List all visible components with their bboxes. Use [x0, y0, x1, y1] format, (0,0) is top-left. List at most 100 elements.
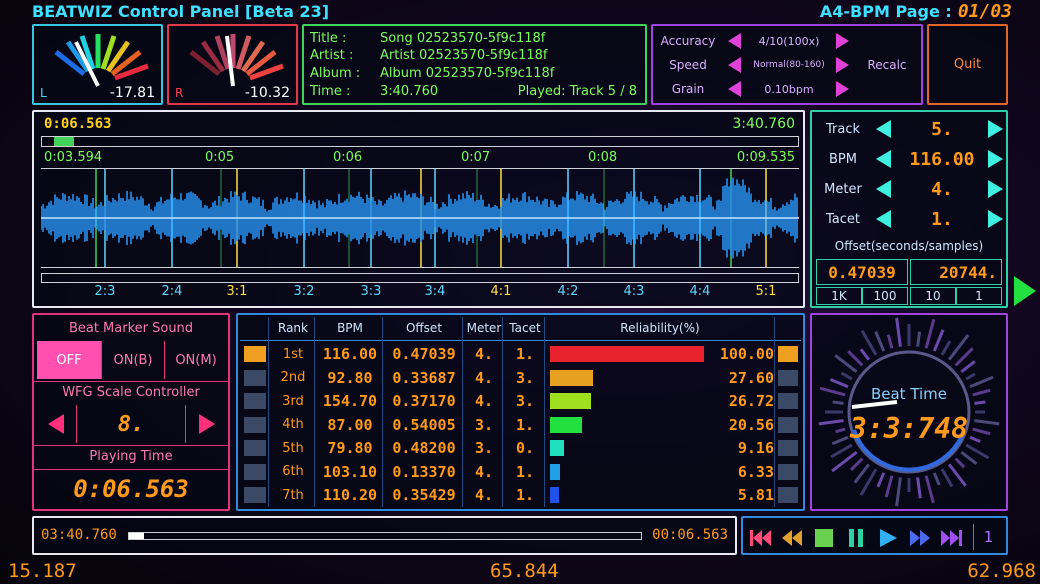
- skip-to-start-button[interactable]: [747, 525, 773, 551]
- skip-to-end-button[interactable]: [939, 525, 965, 551]
- row-select-checkbox[interactable]: [244, 346, 266, 362]
- bpm-cell: 110.20: [322, 486, 378, 504]
- triangle-left-icon: [875, 120, 891, 138]
- beat-label: 3:2: [293, 284, 315, 299]
- meter-value: 4.: [931, 178, 953, 200]
- timeline-seek-bar[interactable]: [128, 532, 642, 540]
- row-select-checkbox[interactable]: [244, 369, 266, 386]
- reliability-bar: [550, 463, 560, 480]
- offset-samples-value[interactable]: 20744.: [910, 259, 1002, 285]
- tacet-increase-button[interactable]: [984, 206, 1006, 232]
- beat-marker-on-m-button[interactable]: ON(M): [164, 341, 227, 379]
- track-increase-button[interactable]: [984, 116, 1006, 142]
- table-row[interactable]: 3rd 154.70 0.37170 4. 3. 26.72: [240, 390, 801, 412]
- table-row[interactable]: 4th 87.00 0.54005 3. 1. 20.56: [240, 414, 801, 436]
- wfg-scale-decrease-button[interactable]: [37, 405, 75, 443]
- triangle-left-icon: [727, 81, 741, 97]
- bpm-decrease-button[interactable]: [872, 146, 894, 172]
- grain-increase-button[interactable]: [831, 78, 853, 100]
- dial-ray: [895, 477, 902, 507]
- wfg-scale-increase-button[interactable]: [188, 405, 226, 443]
- info-played: Played: Track 5 / 8: [517, 84, 637, 99]
- reliability-bar: [550, 393, 591, 409]
- recalc-button[interactable]: Recalc: [855, 30, 919, 100]
- table-row[interactable]: 7th 110.20 0.35429 4. 1. 5.81: [240, 484, 801, 506]
- play-button[interactable]: [875, 525, 901, 551]
- offset-step-10-button[interactable]: 10: [910, 287, 956, 305]
- fast-forward-icon: [910, 530, 930, 546]
- offset-step-1k-button[interactable]: 1K: [816, 287, 862, 305]
- column-header[interactable]: BPM: [316, 317, 384, 339]
- triangle-right-icon: [835, 57, 849, 73]
- triangle-left-icon: [875, 210, 891, 228]
- quit-button[interactable]: Quit: [927, 24, 1008, 105]
- offset-step-100-button[interactable]: 100: [862, 287, 908, 305]
- row-select-checkbox[interactable]: [244, 416, 266, 433]
- row-select-checkbox[interactable]: [244, 463, 266, 480]
- meter-increase-button[interactable]: [984, 176, 1006, 202]
- bpm-increase-button[interactable]: [984, 146, 1006, 172]
- accuracy-decrease-button[interactable]: [723, 30, 745, 52]
- wfg-scale-title: WFG Scale Controller: [34, 381, 228, 403]
- track-decrease-button[interactable]: [872, 116, 894, 142]
- reliability-bar: [550, 416, 582, 433]
- triangle-right-icon: [835, 81, 849, 97]
- row-select-checkbox[interactable]: [244, 440, 266, 456]
- level-meter-right: R -10.32: [167, 24, 298, 105]
- info-artist-label: Artist :: [310, 48, 354, 63]
- meter-decrease-button[interactable]: [872, 176, 894, 202]
- column-header[interactable]: Reliability(%): [546, 317, 774, 339]
- row-select-checkbox[interactable]: [244, 393, 266, 409]
- stop-button[interactable]: [811, 525, 837, 551]
- track-value: 5.: [931, 118, 953, 140]
- pause-button[interactable]: [843, 525, 869, 551]
- dial-ray: [849, 457, 864, 472]
- waveform-tick-label: 0:07: [461, 150, 491, 165]
- table-row[interactable]: 5th 79.80 0.48200 3. 0. 9.16: [240, 437, 801, 459]
- column-header[interactable]: Tacet: [504, 317, 546, 339]
- column-header[interactable]: Offset: [384, 317, 464, 339]
- beat-scale-bar: [41, 273, 799, 283]
- table-row[interactable]: 1st 116.00 0.47039 4. 1. 100.00: [240, 343, 801, 365]
- meter-right-gauge: [189, 34, 284, 87]
- column-header[interactable]: Rank: [270, 317, 316, 339]
- waveform-overview-bar[interactable]: [41, 136, 799, 147]
- offset-step-1-button[interactable]: 1: [956, 287, 1002, 305]
- next-page-arrow-icon[interactable]: [1014, 276, 1036, 306]
- triangle-left-icon: [875, 180, 891, 198]
- tacet-decrease-button[interactable]: [872, 206, 894, 232]
- speed-decrease-button[interactable]: [723, 54, 745, 76]
- column-header[interactable]: Meter: [464, 317, 504, 339]
- track-number-indicator[interactable]: 1: [973, 524, 1003, 550]
- dial-ray: [840, 371, 853, 381]
- table-row[interactable]: 2nd 92.80 0.33687 4. 3. 27.60: [240, 367, 801, 389]
- rank-cell: 1st: [282, 346, 304, 362]
- speed-label: Speed: [669, 58, 707, 72]
- offset-seconds-value[interactable]: 0.47039: [816, 259, 908, 285]
- row-indicator: [778, 393, 798, 409]
- footer-right-readout: 62.968: [967, 560, 1036, 582]
- beat-marker-title: Beat Marker Sound: [68, 320, 194, 336]
- offset-cell: 0.54005: [392, 415, 456, 434]
- offset-cell: 0.13370: [392, 462, 456, 481]
- beat-marker-off-button[interactable]: OFF: [37, 341, 101, 379]
- beat-marker-on-b-button[interactable]: ON(B): [101, 341, 164, 379]
- rewind-button[interactable]: [779, 525, 805, 551]
- triangle-right-icon: [987, 210, 1003, 228]
- skip-start-icon: [750, 530, 771, 546]
- grain-decrease-button[interactable]: [723, 78, 745, 100]
- waveform-right-time: 0:09.535: [736, 150, 795, 165]
- bpm-cell: 79.80: [327, 439, 373, 457]
- waveform-display[interactable]: [40, 168, 799, 268]
- page-number: 01/03: [957, 1, 1012, 22]
- accuracy-increase-button[interactable]: [831, 30, 853, 52]
- accuracy-label: Accuracy: [660, 34, 716, 48]
- fast-forward-button[interactable]: [907, 525, 933, 551]
- speed-increase-button[interactable]: [831, 54, 853, 76]
- timeline-current-time: 00:06.563: [652, 527, 728, 543]
- table-row[interactable]: 6th 103.10 0.13370 4. 1. 6.33: [240, 461, 801, 483]
- triangle-left-icon: [875, 150, 891, 168]
- row-select-checkbox[interactable]: [244, 487, 266, 503]
- footer-center-readout: 65.844: [490, 560, 559, 582]
- reliability-cell: 100.00: [719, 345, 774, 363]
